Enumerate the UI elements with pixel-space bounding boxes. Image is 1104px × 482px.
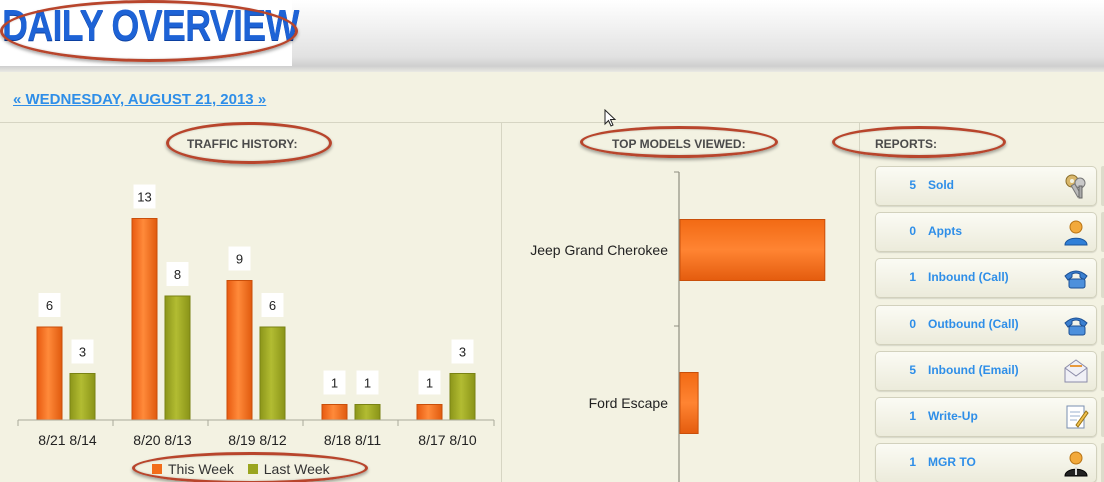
report-label[interactable]: Sold xyxy=(928,178,954,192)
next-day-link[interactable]: » xyxy=(258,91,266,108)
traffic-data-label: 1 xyxy=(426,376,433,391)
traffic-history-title: TRAFFIC HISTORY: xyxy=(187,137,298,151)
prev-day-link[interactable]: « xyxy=(13,91,21,108)
report-count[interactable]: 0 xyxy=(876,317,916,331)
models-category-label: Jeep Grand Cherokee xyxy=(530,242,668,258)
report-count[interactable]: 5 xyxy=(876,363,916,377)
divider-vertical-right xyxy=(859,122,860,482)
traffic-data-label: 9 xyxy=(236,252,243,267)
traffic-bar-last-week[interactable] xyxy=(449,373,476,421)
report-count[interactable]: 0 xyxy=(876,224,916,238)
legend-item-this-week: This Week xyxy=(152,461,238,477)
traffic-category-label: 8/19 8/12 xyxy=(228,432,287,448)
report-item-mgr-to[interactable]: 1 MGR TO xyxy=(875,443,1097,482)
report-label[interactable]: Write-Up xyxy=(928,409,978,423)
traffic-history-chart: 63138961 1 13 8/21 8/14 8/20 8/13 8/19 8/12 8… xyxy=(17,184,495,448)
current-date-label[interactable]: WEDNESDAY, AUGUST 21, 2013 xyxy=(26,91,254,108)
traffic-data-label: 13 xyxy=(137,190,151,205)
traffic-bar-this-week[interactable] xyxy=(131,218,158,421)
document-icon xyxy=(1062,403,1090,431)
report-item-outbound-call[interactable]: 0 Outbound (Call) xyxy=(875,305,1097,345)
traffic-legend: This Week Last Week xyxy=(152,461,340,477)
traffic-data-label: 3 xyxy=(79,345,86,360)
traffic-bar-this-week[interactable] xyxy=(321,404,348,421)
phone-icon xyxy=(1062,264,1090,292)
traffic-data-label: 6 xyxy=(269,298,276,313)
traffic-bar-last-week[interactable] xyxy=(354,404,381,421)
legend-label-this-week: This Week xyxy=(168,461,234,477)
legend-swatch-last-week xyxy=(247,464,258,474)
traffic-data-label: 1 xyxy=(364,376,371,391)
email-icon xyxy=(1062,357,1090,385)
report-count[interactable]: 5 xyxy=(876,178,916,192)
legend-label-last-week: Last Week xyxy=(263,461,330,477)
report-item-inbound-call[interactable]: 1 Inbound (Call) xyxy=(875,258,1097,298)
legend-swatch-this-week xyxy=(152,464,162,474)
traffic-bar-last-week[interactable] xyxy=(259,326,286,421)
report-item-inbound-email[interactable]: 5 Inbound (Email) xyxy=(875,351,1097,391)
top-models-chart: Jeep Grand Cherokee Ford Escape xyxy=(530,171,826,482)
report-label[interactable]: Outbound (Call) xyxy=(928,317,1019,331)
mouse-cursor-icon xyxy=(604,109,617,127)
traffic-bar-this-week[interactable] xyxy=(36,326,63,421)
traffic-category-label: 8/17 8/10 xyxy=(418,432,477,448)
divider-horizontal xyxy=(0,122,1104,123)
phone-icon xyxy=(1062,311,1090,339)
traffic-data-label: 6 xyxy=(46,298,53,313)
traffic-data-label: 3 xyxy=(459,345,466,360)
traffic-data-label: 1 xyxy=(331,376,338,391)
report-item-sold[interactable]: 5 Sold xyxy=(875,166,1097,206)
page-title: DAILY OVERVIEW xyxy=(2,1,299,50)
keys-icon xyxy=(1062,172,1090,200)
report-count[interactable]: 1 xyxy=(876,270,916,284)
top-models-title: TOP MODELS VIEWED: xyxy=(612,137,746,151)
report-count[interactable]: 1 xyxy=(876,455,916,469)
traffic-bar-last-week[interactable] xyxy=(164,295,191,421)
report-item-appts[interactable]: 0 Appts xyxy=(875,212,1097,252)
traffic-category-label: 8/21 8/14 xyxy=(38,432,97,448)
report-count[interactable]: 1 xyxy=(876,409,916,423)
date-navigation[interactable]: « WEDNESDAY, AUGUST 21, 2013 » xyxy=(13,91,266,108)
models-bar[interactable] xyxy=(679,372,699,434)
traffic-bar-this-week[interactable] xyxy=(226,280,253,421)
report-label[interactable]: Inbound (Email) xyxy=(928,363,1019,377)
models-bar[interactable] xyxy=(679,219,826,281)
traffic-category-label: 8/18 8/11 xyxy=(324,432,382,448)
traffic-bar-last-week[interactable] xyxy=(69,373,96,421)
traffic-category-label: 8/20 8/13 xyxy=(133,432,192,448)
person-icon xyxy=(1062,218,1090,246)
reports-title: REPORTS: xyxy=(875,137,938,151)
models-category-label: Ford Escape xyxy=(589,395,669,411)
report-label[interactable]: MGR TO xyxy=(928,455,976,469)
legend-item-last-week: Last Week xyxy=(247,461,330,477)
report-item-write-up[interactable]: 1 Write-Up xyxy=(875,397,1097,437)
report-label[interactable]: Inbound (Call) xyxy=(928,270,1009,284)
traffic-data-label: 8 xyxy=(174,267,181,282)
report-label[interactable]: Appts xyxy=(928,224,962,238)
manager-icon xyxy=(1062,449,1090,477)
header-title-area: DAILY OVERVIEW xyxy=(0,0,299,66)
traffic-bar-this-week[interactable] xyxy=(416,404,443,421)
